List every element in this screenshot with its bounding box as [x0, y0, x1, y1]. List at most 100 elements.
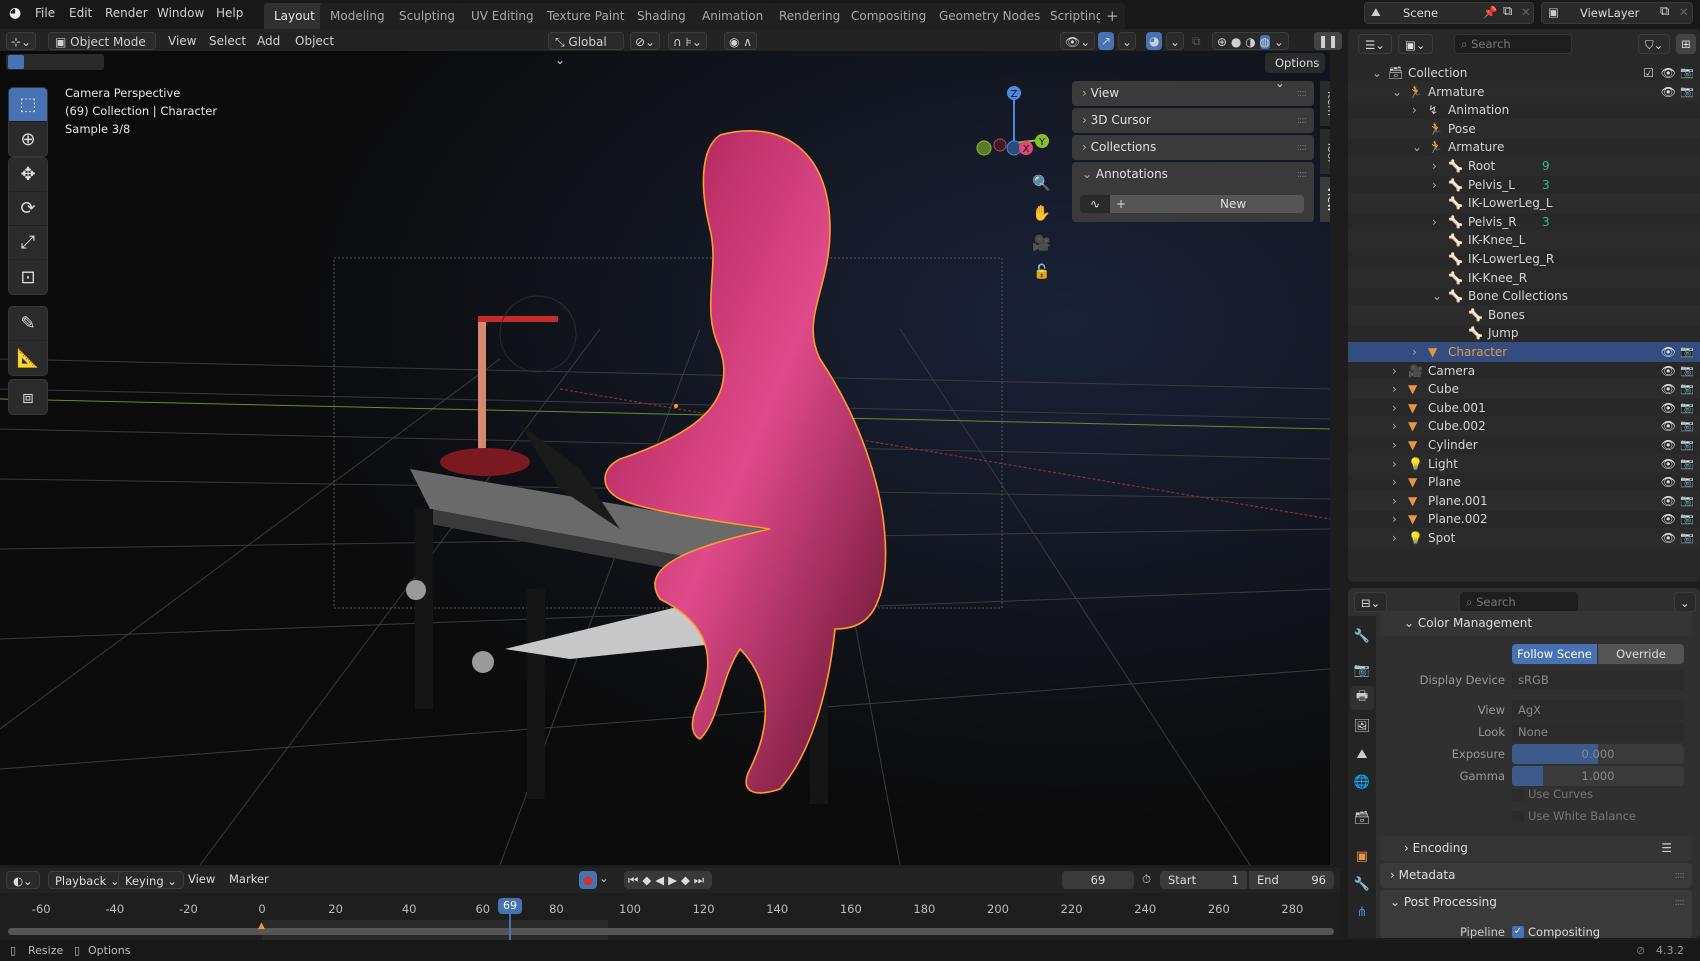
- move-tool-icon[interactable]: ✥: [9, 158, 47, 192]
- output-properties-icon[interactable]: 🖶: [1350, 686, 1374, 710]
- chevron-down-icon[interactable]: ⌄: [1432, 286, 1442, 306]
- sidebar-tab-tool[interactable]: Tool: [1320, 129, 1330, 174]
- chevron-right-icon[interactable]: ›: [1392, 454, 1397, 474]
- render-camera-icon[interactable]: 📷: [1680, 379, 1694, 399]
- outliner-row-label[interactable]: Pelvis_L: [1468, 175, 1515, 195]
- pan-view-icon[interactable]: ✋: [1032, 204, 1051, 222]
- proportional-edit-toggle[interactable]: ◉ ∧: [724, 32, 758, 50]
- chevron-right-icon[interactable]: ›: [1392, 379, 1397, 399]
- metadata-header[interactable]: › Metadata::::: [1380, 863, 1692, 888]
- tab-sculpting[interactable]: Sculpting: [389, 3, 466, 29]
- timeline-editor-type[interactable]: ◐⌄: [6, 871, 40, 889]
- chevron-right-icon[interactable]: ›: [1392, 398, 1397, 418]
- zoom-view-icon[interactable]: 🔍: [1032, 174, 1051, 192]
- tab-texture-paint[interactable]: Texture Paint: [537, 3, 635, 29]
- compositing-checkbox[interactable]: ✓: [1512, 926, 1524, 938]
- timeline-view-menu[interactable]: View: [188, 872, 215, 886]
- playback-dropdown[interactable]: Playback ⌄: [48, 871, 127, 889]
- outliner-row-label[interactable]: Cube: [1428, 379, 1459, 399]
- outliner-row-label[interactable]: Plane: [1428, 472, 1461, 492]
- cursor-tool-icon[interactable]: ⊕: [9, 122, 47, 156]
- measure-tool-icon[interactable]: 📐: [9, 341, 47, 375]
- render-properties-icon[interactable]: 📷: [1350, 658, 1374, 682]
- outliner-row-label[interactable]: IK-LowerLeg_L: [1468, 193, 1553, 213]
- outliner-row[interactable]: 🦴 IK-Knee_R: [1348, 267, 1700, 288]
- chevron-right-icon[interactable]: ›: [1432, 212, 1437, 232]
- chevron-right-icon[interactable]: ›: [1392, 509, 1397, 529]
- panel-3d-cursor[interactable]: › 3D Cursor::::: [1072, 108, 1314, 133]
- visibility-eye-icon[interactable]: 👁: [1661, 379, 1676, 399]
- visibility-eye-icon[interactable]: 👁: [1661, 509, 1676, 529]
- render-camera-icon[interactable]: 📷: [1680, 472, 1694, 492]
- menu-render[interactable]: Render: [105, 6, 148, 20]
- outliner-row-label[interactable]: Pose: [1448, 119, 1476, 139]
- play-icon[interactable]: ▶: [668, 873, 681, 887]
- scene-name[interactable]: Scene: [1403, 6, 1438, 20]
- chevron-right-icon[interactable]: ›: [1432, 156, 1437, 176]
- scale-tool-icon[interactable]: ⤢: [9, 226, 47, 260]
- menu-window[interactable]: Window: [157, 6, 204, 20]
- outliner-row-label[interactable]: Cube.001: [1428, 398, 1486, 418]
- exclude-checkbox[interactable]: ☑: [1643, 63, 1654, 83]
- visibility-eye-icon[interactable]: 👁: [1661, 528, 1676, 548]
- outliner-row[interactable]: 🦴 IK-LowerLeg_L: [1348, 193, 1700, 214]
- chevron-right-icon[interactable]: ›: [1392, 361, 1397, 381]
- properties-options-dropdown[interactable]: ⌄: [1674, 592, 1696, 612]
- view-layer-name[interactable]: ViewLayer: [1580, 6, 1639, 20]
- override-button[interactable]: Override: [1598, 644, 1684, 664]
- outliner-row-label[interactable]: Plane.002: [1428, 509, 1488, 529]
- shading-modes[interactable]: ⊕ ● ◑ ◍ ⌄: [1212, 32, 1289, 50]
- visibility-eye-icon[interactable]: 👁: [1661, 435, 1676, 455]
- outliner-row-label[interactable]: Bones: [1488, 305, 1525, 325]
- wireframe-shading-icon[interactable]: ⊕: [1217, 35, 1227, 49]
- tab-geometry-nodes[interactable]: Geometry Nodes: [929, 3, 1051, 29]
- rotate-tool-icon[interactable]: ⟳: [9, 192, 47, 226]
- pause-render-button[interactable]: ❚❚: [1314, 32, 1343, 50]
- outliner-row[interactable]: › ▼ Plane 👁 📷: [1348, 472, 1700, 492]
- blender-logo-icon[interactable]: ◕: [9, 5, 21, 21]
- play-reverse-icon[interactable]: ◀: [655, 873, 668, 887]
- render-camera-icon[interactable]: 📷: [1680, 435, 1694, 455]
- solid-shading-icon[interactable]: ●: [1231, 35, 1241, 49]
- visibility-eye-icon[interactable]: 👁: [1661, 342, 1676, 362]
- outliner-row[interactable]: › 💡 Spot 👁 📷: [1348, 528, 1700, 548]
- prev-keyframe-icon[interactable]: ◆: [642, 873, 655, 887]
- material-shading-icon[interactable]: ◑: [1245, 35, 1255, 49]
- chevron-right-icon[interactable]: ›: [1392, 491, 1397, 511]
- timeline-scrollbar[interactable]: [8, 928, 1334, 935]
- visibility-eye-icon[interactable]: 👁: [1661, 82, 1676, 102]
- chevron-right-icon[interactable]: ›: [1392, 472, 1397, 492]
- outliner-row[interactable]: 🦴 IK-LowerLeg_R: [1348, 249, 1700, 269]
- outliner-row-label[interactable]: Cube.002: [1428, 416, 1486, 436]
- annotation-stroke-icon[interactable]: ∿: [1080, 195, 1110, 213]
- look-dropdown[interactable]: None: [1512, 722, 1684, 742]
- close-view-layer-icon[interactable]: ✕: [1679, 5, 1689, 19]
- outliner-row[interactable]: › ▼ Cube 👁 📷: [1348, 379, 1700, 400]
- visibility-eye-icon[interactable]: 👁: [1661, 63, 1676, 83]
- tab-rendering[interactable]: Rendering: [769, 3, 851, 29]
- drag-grip-icon[interactable]: ::::: [1297, 81, 1308, 106]
- panel-annotations[interactable]: ⌄ Annotations:::: ∿ + New: [1072, 162, 1314, 222]
- outliner-row[interactable]: ⌄ 🦴 Bone Collections: [1348, 286, 1700, 306]
- tab-modeling[interactable]: Modeling: [320, 3, 395, 29]
- chevron-right-icon[interactable]: ›: [1392, 416, 1397, 436]
- chevron-right-icon[interactable]: ›: [1432, 175, 1437, 195]
- outliner-row-label[interactable]: Camera: [1428, 361, 1475, 381]
- pin-icon[interactable]: 📌: [1483, 5, 1497, 19]
- panel-collections[interactable]: › Collections::::: [1072, 135, 1314, 160]
- transform-tool-icon[interactable]: ⊡: [9, 260, 47, 294]
- tab-layout[interactable]: Layout: [264, 3, 325, 29]
- editor-type-dropdown[interactable]: ⊹⌄: [6, 32, 37, 50]
- next-keyframe-icon[interactable]: ◆: [681, 873, 694, 887]
- end-frame-field[interactable]: End 96: [1249, 871, 1334, 889]
- use-curves-checkbox[interactable]: [1512, 789, 1524, 801]
- annotate-tool-icon[interactable]: ✎: [9, 307, 47, 341]
- outliner-row-label[interactable]: Character: [1448, 342, 1507, 362]
- render-camera-icon[interactable]: 📷: [1680, 398, 1694, 418]
- outliner-row[interactable]: › ▼ Cube.002 👁 📷: [1348, 416, 1700, 437]
- auto-keying-toggle[interactable]: ●: [579, 871, 597, 889]
- copy-scene-icon[interactable]: ⧉: [1503, 4, 1512, 19]
- chevron-down-icon[interactable]: ⌄: [1372, 63, 1382, 83]
- start-frame-field[interactable]: Start 1: [1160, 871, 1247, 889]
- drag-grip-icon[interactable]: ::::: [1297, 162, 1308, 187]
